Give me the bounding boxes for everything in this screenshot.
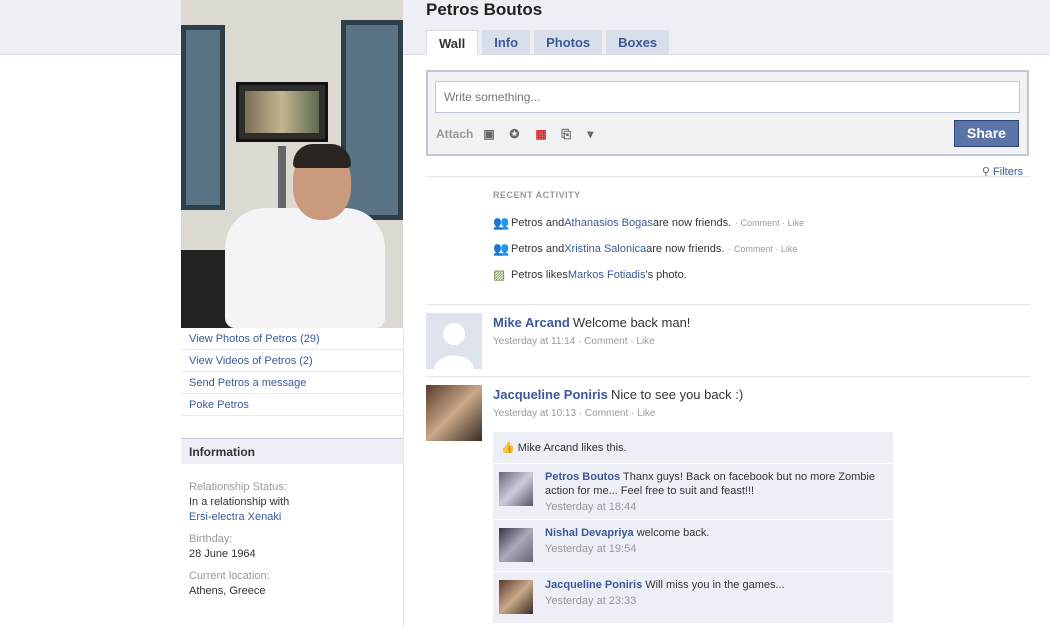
person-link[interactable]: Markos Fotiadis [568,269,646,281]
tab-info[interactable]: Info [482,30,531,55]
friends-icon: 👥 [493,241,510,256]
comment-meta: Yesterday at 19:54 [545,543,637,555]
birthday-value: 28 June 1964 [189,548,256,560]
view-photos-link[interactable]: View Photos of Petros (29) [181,328,403,350]
avatar[interactable] [499,580,533,614]
likes-row: 👍 Mike Arcand likes this. [493,432,893,464]
post-meta[interactable]: Yesterday at 11:14 · Comment · Like [493,336,690,347]
comment-meta: Yesterday at 18:44 [545,501,637,513]
comment-thread: 👍 Mike Arcand likes this. Petros Boutos … [493,432,893,624]
comment-author[interactable]: Petros Boutos [545,471,620,483]
activity-item: 👥 Petros and Athanasios Bogas are now fr… [493,215,805,230]
publisher: Write something... Attach ▣ ✪ ▦ ⎘ ▾ Shar… [426,70,1029,156]
tab-boxes[interactable]: Boxes [606,30,670,55]
link-icon[interactable]: ⎘ [561,127,577,141]
comment-like-links[interactable]: · Comment · Like [728,244,797,254]
avatar[interactable] [499,472,533,506]
video-icon[interactable]: ✪ [509,127,525,141]
chevron-down-icon[interactable]: ▾ [587,127,603,141]
profile-links: View Photos of Petros (29) View Videos o… [181,328,403,416]
information-box: Information Relationship Status: In a re… [181,438,403,599]
profile-name: Petros Boutos [426,0,543,19]
avatar[interactable] [426,313,482,369]
comment: Jacqueline Poniris Will miss you in the … [493,572,893,624]
location-label: Current location: [189,570,270,582]
tv-decoration [236,82,328,142]
comment-text: welcome back. [636,527,710,539]
avatar[interactable] [426,385,482,441]
profile-tabs: Wall Info Photos Boxes [426,30,673,55]
activity-item: ▨ Petros likes Markos Fotiadis 's photo. [493,267,687,282]
comment: Petros Boutos Thanx guys! Back on facebo… [493,464,893,520]
avatar[interactable] [499,528,533,562]
friend-link[interactable]: Xristina Salonica [564,243,646,255]
photo-icon: ▨ [493,267,506,282]
comment-like-links[interactable]: · Comment · Like [735,218,804,228]
post-text: Welcome back man! [572,315,691,330]
tab-wall[interactable]: Wall [426,30,479,55]
friends-icon: 👥 [493,215,510,230]
column-divider [403,330,404,628]
post-meta[interactable]: Yesterday at 10:13 · Comment · Like [493,408,743,419]
person-shirt [225,208,385,328]
photo-icon[interactable]: ▣ [483,127,499,141]
attach-label: Attach [436,127,474,141]
comment-author[interactable]: Nishal Devapriya [545,527,634,539]
wall-post: Mike Arcand Welcome back man! Yesterday … [426,304,1031,369]
window-decoration [181,25,225,210]
send-message-link[interactable]: Send Petros a message [181,372,403,394]
comment-meta: Yesterday at 23:33 [545,595,637,607]
activity-item: 👥 Petros and Xristina Salonica are now f… [493,241,798,256]
location-value: Athens, Greece [189,585,266,597]
post-author[interactable]: Jacqueline Poniris [493,387,608,402]
relationship-value: In a relationship with Ersi-electra Xena… [189,496,290,523]
comment: Nishal Devapriya welcome back. Yesterday… [493,520,893,572]
wall-post: Jacqueline Poniris Nice to see you back … [426,376,1031,441]
information-heading: Information [181,439,403,465]
friend-link[interactable]: Athanasios Bogas [564,217,653,229]
thumbs-up-icon: 👍 [501,442,515,454]
comment-text: Will miss you in the games... [645,579,785,591]
post-text: Nice to see you back :) [610,387,744,402]
poke-link[interactable]: Poke Petros [181,394,403,416]
comment-author[interactable]: Jacqueline Poniris [545,579,642,591]
profile-picture[interactable] [181,0,403,328]
view-videos-link[interactable]: View Videos of Petros (2) [181,350,403,372]
recent-activity: RECENT ACTIVITY 👥 Petros and Athanasios … [493,190,804,288]
left-column: View Photos of Petros (29) View Videos o… [181,0,403,607]
attach-bar: Attach ▣ ✪ ▦ ⎘ ▾ [436,127,603,141]
tab-photos[interactable]: Photos [534,30,603,55]
partner-link[interactable]: Ersi-electra Xenaki [189,511,281,523]
write-something-input[interactable]: Write something... [435,81,1020,113]
recent-activity-heading: RECENT ACTIVITY [493,190,581,200]
post-author[interactable]: Mike Arcand [493,315,570,330]
share-button[interactable]: Share [954,120,1019,147]
birthday-label: Birthday: [189,533,233,545]
gift-icon[interactable]: ▦ [535,127,551,141]
relationship-label: Relationship Status: [189,481,287,493]
